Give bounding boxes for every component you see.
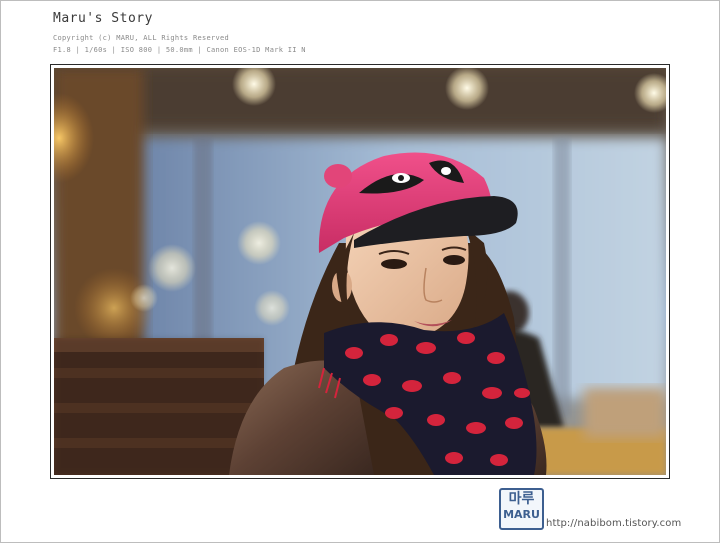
portrait-photo <box>54 68 666 475</box>
logo-latin-text: MARU <box>503 508 540 521</box>
logo-korean-text: 마루 <box>508 491 535 507</box>
copyright-line: Copyright (c) MARU, ALL Rights Reserved <box>53 34 230 42</box>
site-title: Maru's Story <box>53 11 153 26</box>
exif-line: F1.8 | 1/60s | ISO 800 | 50.0mm | Canon … <box>53 46 306 54</box>
maru-logo: 마루 MARU <box>499 488 544 530</box>
portrait-illustration <box>54 68 666 475</box>
blog-url[interactable]: http://nabibom.tistory.com <box>546 518 681 529</box>
photo-frame <box>50 64 670 479</box>
